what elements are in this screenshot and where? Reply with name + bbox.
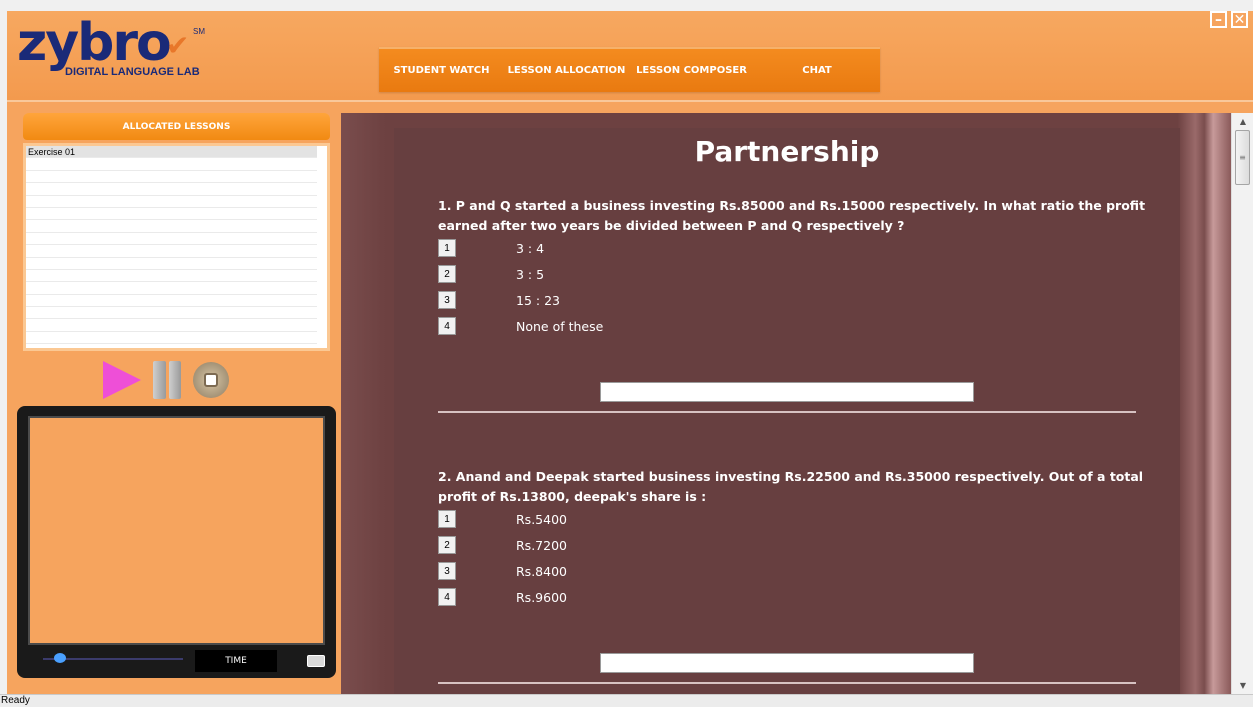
vertical-scrollbar[interactable]: ▲ ≡ ▼ [1231,113,1253,694]
empty-row [26,245,317,258]
zybro-logo: zybro ✔ SM DIGITAL LANGUAGE LAB [17,13,207,89]
empty-row [26,332,317,345]
empty-row [26,270,317,283]
empty-row [26,171,317,184]
option-row[interactable]: 3 Rs.8400 [438,561,567,581]
seek-handle[interactable] [53,653,66,663]
option-number[interactable]: 4 [438,588,456,606]
top-navigation: STUDENT WATCH LESSON ALLOCATION LESSON C… [379,47,880,92]
scroll-thumb[interactable]: ≡ [1235,130,1250,185]
empty-row [26,282,317,295]
option-text: Rs.5400 [516,511,567,527]
question-text: 2. Anand and Deepak started business inv… [438,469,1144,504]
option-text: Rs.7200 [516,537,567,553]
time-display: TIME [195,650,277,672]
empty-row [26,208,317,221]
option-number[interactable]: 2 [438,265,456,283]
app-window: zybro ✔ SM DIGITAL LANGUAGE LAB – ✕ STUD… [7,11,1253,694]
option-row[interactable]: 2 Rs.7200 [438,535,567,555]
nav-lesson-allocation[interactable]: LESSON ALLOCATION [504,65,629,76]
logo-wordmark: zybro [17,13,172,73]
empty-row [26,196,317,208]
nav-lesson-composer[interactable]: LESSON COMPOSER [629,65,754,76]
answer-input[interactable] [600,653,974,673]
nav-student-watch[interactable]: STUDENT WATCH [379,65,504,76]
option-number[interactable]: 3 [438,291,456,309]
close-icon: ✕ [1233,11,1246,28]
option-number[interactable]: 4 [438,317,456,335]
header: zybro ✔ SM DIGITAL LANGUAGE LAB – ✕ STUD… [7,11,1253,102]
question-divider [438,682,1136,684]
close-button[interactable]: ✕ [1231,11,1248,28]
status-text: Ready [1,695,30,706]
allocated-lessons-header: ALLOCATED LESSONS [23,113,330,140]
option-row[interactable]: 4 None of these [438,316,603,336]
option-text: 3 : 5 [516,266,545,282]
video-screen [28,416,325,645]
option-text: Rs.8400 [516,563,567,579]
check-icon: ✔ [166,29,190,62]
minimize-icon: – [1215,11,1222,28]
option-row[interactable]: 4 Rs.9600 [438,587,567,607]
option-text: Rs.9600 [516,589,567,605]
option-row[interactable]: 2 3 : 5 [438,264,544,284]
option-text: 3 : 4 [516,240,545,256]
allocated-lessons-list: Exercise 01 [23,143,330,351]
quiz-title: Partnership [694,135,880,168]
option-number[interactable]: 2 [438,536,456,554]
empty-row [26,158,317,171]
scroll-up-icon[interactable]: ▲ [1232,113,1253,130]
option-row[interactable]: 3 15 : 23 [438,290,560,310]
scroll-down-icon[interactable]: ▼ [1232,677,1253,694]
question-text: 1. P and Q started a business investing … [438,198,1146,233]
empty-row [26,258,317,270]
stop-icon[interactable] [193,362,229,398]
pause-icon[interactable] [153,361,181,399]
option-number[interactable]: 3 [438,562,456,580]
play-icon[interactable] [103,361,141,399]
fullscreen-icon[interactable] [307,655,325,667]
media-player: TIME [17,406,336,678]
nav-chat[interactable]: CHAT [754,65,880,76]
empty-row [26,319,317,332]
question-divider [438,411,1136,413]
option-row[interactable]: 1 3 : 4 [438,238,544,258]
option-text: None of these [516,318,604,334]
quiz-card: Partnership 1. P and Q started a busines… [394,128,1180,694]
status-bar: Ready [0,694,1253,707]
empty-row [26,295,317,308]
lesson-content: Partnership 1. P and Q started a busines… [341,113,1231,694]
option-number[interactable]: 1 [438,239,456,257]
option-row[interactable]: 1 Rs.5400 [438,509,567,529]
empty-row [26,307,317,320]
logo-subtitle: DIGITAL LANGUAGE LAB [65,66,200,78]
empty-row [26,183,317,196]
option-text: 15 : 23 [516,292,560,308]
empty-row [26,220,317,233]
answer-input[interactable] [600,382,974,402]
empty-row [26,233,317,246]
minimize-button[interactable]: – [1210,11,1227,28]
lesson-item[interactable]: Exercise 01 [26,146,317,159]
logo-service-mark: SM [193,27,205,36]
option-number[interactable]: 1 [438,510,456,528]
